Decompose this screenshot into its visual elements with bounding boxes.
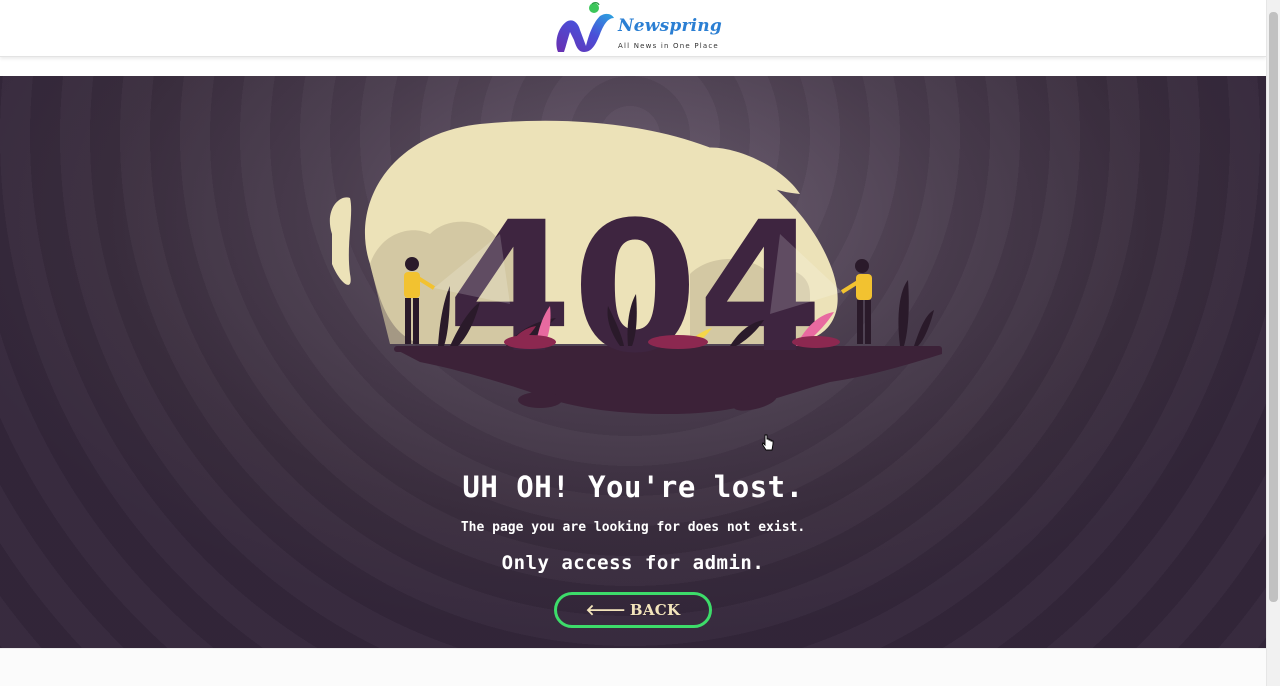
error-message: The page you are looking for does not ex…	[460, 520, 806, 535]
hand-cursor-icon	[762, 434, 774, 451]
back-button-label: BACK	[629, 601, 681, 619]
site-header: Newspring All News in One Place	[0, 0, 1266, 57]
newspring-logo-icon	[556, 2, 614, 52]
site-logo[interactable]: Newspring All News in One Place	[552, 2, 722, 56]
404-illustration: 404	[329, 120, 942, 414]
admin-notice: Only access for admin.	[501, 552, 765, 574]
logo-tagline: All News in One Place	[618, 42, 719, 50]
arrow-left-icon: 🡐	[585, 600, 626, 619]
error-headline: UH OH! You're lost.	[462, 470, 804, 504]
scrollbar-thumb[interactable]	[1269, 12, 1278, 602]
error-hero: 404 UH OH! You're lost. The page you are…	[0, 76, 1266, 648]
page-footer	[0, 648, 1266, 686]
back-button[interactable]: 🡐 BACK	[554, 592, 712, 628]
logo-wordmark: Newspring	[618, 16, 722, 36]
